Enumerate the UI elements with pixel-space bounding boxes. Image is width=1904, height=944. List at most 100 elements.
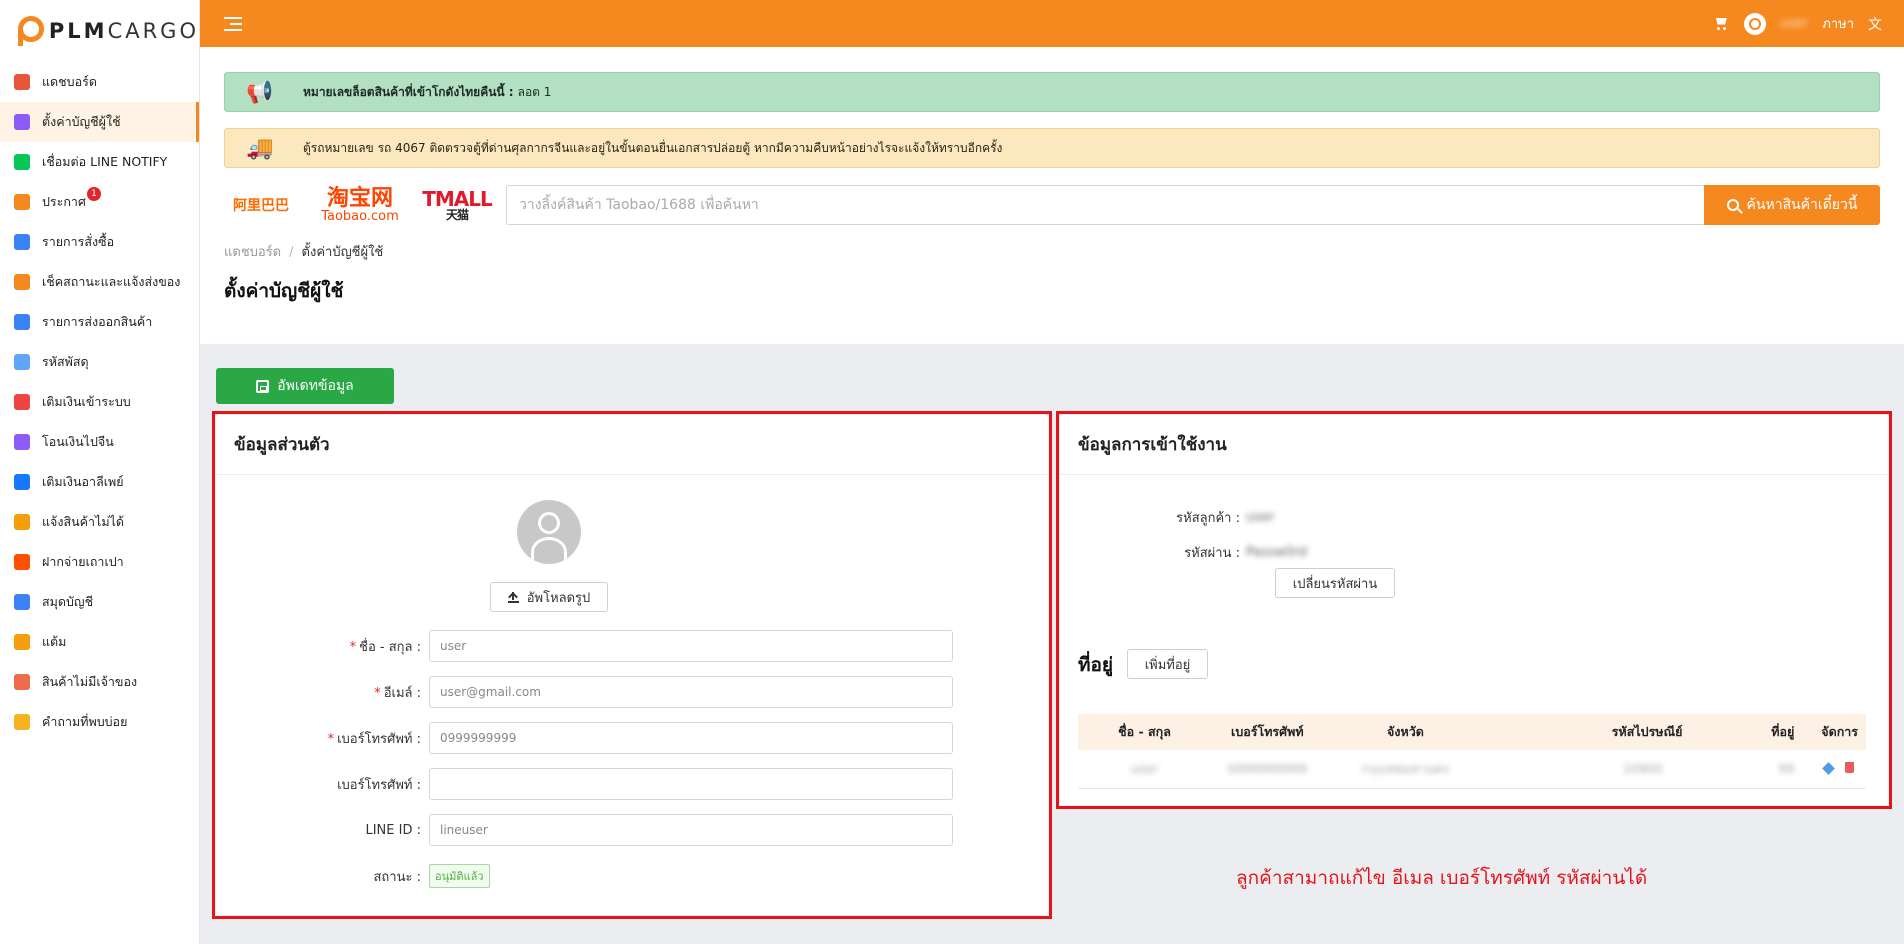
sidebar-item-label: คำถามที่พบบ่อย: [42, 714, 128, 729]
top-panel: 📢 หมายเลขล็อตสินค้าที่เข้าโกดังไทยคืนนี้…: [200, 47, 1904, 344]
truck-icon: 🚚: [246, 135, 274, 161]
sidebar-item-label: เติมเงินอาลีเพย์: [42, 474, 124, 489]
save-icon: [256, 379, 270, 393]
update-button[interactable]: อัพเดทข้อมูล: [216, 368, 394, 404]
sidebar-item-label: ประกาศ: [42, 194, 86, 209]
translate-icon[interactable]: 文: [1868, 14, 1882, 34]
coin-bag-icon: [14, 634, 30, 650]
sidebar-item-12[interactable]: ฝากจ่ายเถาเปา: [0, 542, 199, 582]
sidebar-item-9[interactable]: โอนเงินไปจีน: [0, 422, 199, 462]
login-info-title: ข้อมูลการเข้าใช้งาน: [1060, 415, 1888, 475]
upload-icon: [507, 591, 519, 603]
line-id-field[interactable]: [429, 814, 953, 846]
sidebar-item-3[interactable]: ประกาศ 1: [0, 182, 199, 222]
top-bar: user ภาษา 文: [200, 0, 1904, 47]
sidebar-item-10[interactable]: เติมเงินอาลีเพย์: [0, 462, 199, 502]
sidebar-item-label: สินค้าไม่มีเจ้าของ: [42, 674, 138, 689]
phone-field[interactable]: [429, 722, 953, 754]
sidebar-item-8[interactable]: เติมเงินเข้าระบบ: [0, 382, 199, 422]
sidebar-item-label: รายการส่งออกสินค้า: [42, 314, 153, 329]
language-button[interactable]: ภาษา: [1822, 13, 1854, 34]
sidebar-item-label: เช็คสถานะและแจ้งส่งของ: [42, 274, 181, 289]
megaphone-icon: 📢: [246, 79, 274, 105]
phone2-row: เบอร์โทรศัพท์ :: [216, 768, 1048, 800]
question-icon: [14, 714, 30, 730]
box-icon: [14, 354, 30, 370]
brand-taobao-logo[interactable]: 淘宝网 Taobao.com: [312, 185, 408, 225]
name-field[interactable]: [429, 630, 953, 662]
sidebar-item-0[interactable]: แดชบอร์ด: [0, 62, 199, 102]
user-avatar-icon[interactable]: [1743, 12, 1766, 35]
sidebar-item-6[interactable]: รายการส่งออกสินค้า: [0, 302, 199, 342]
add-address-button[interactable]: เพิ่มที่อยู่: [1127, 649, 1208, 679]
status-badge: อนุมัติแล้ว: [429, 864, 490, 888]
main-content: 📢 หมายเลขล็อตสินค้าที่เข้าโกดังไทยคืนนี้…: [200, 47, 1904, 944]
line-icon: [14, 154, 30, 170]
taobao-icon: [14, 554, 30, 570]
piggy-icon: [14, 394, 30, 410]
brand-1688-logo[interactable]: 阿里巴巴: [224, 185, 298, 225]
logo[interactable]: PLMCARGO: [0, 0, 199, 62]
sidebar-item-label: เชื่อมต่อ LINE NOTIFY: [42, 154, 168, 169]
megaphone-icon: [14, 194, 30, 210]
sidebar-item-13[interactable]: สมุดบัญชี: [0, 582, 199, 622]
cart-icon[interactable]: [1714, 17, 1730, 31]
logo-text: PLMCARGO: [48, 19, 199, 43]
sidebar-item-7[interactable]: รหัสพัสดุ: [0, 342, 199, 382]
alipay-icon: [14, 474, 30, 490]
customer-code-row: รหัสลูกค้า : user: [1176, 510, 1275, 526]
lot-value: ลอต 1: [517, 84, 552, 99]
col-postcode: รหัสไปรษณีย์: [1487, 714, 1713, 750]
profile-avatar-icon: [517, 500, 581, 564]
product-search-input[interactable]: [506, 185, 1704, 225]
upload-photo-button[interactable]: อัพโหลดรูป: [490, 582, 608, 612]
delete-icon[interactable]: [1845, 762, 1854, 774]
user-settings-icon: [14, 114, 30, 130]
product-search-button[interactable]: ค้นหาสินค้าเดี๋ยวนี้: [1704, 185, 1880, 225]
sidebar-item-15[interactable]: สินค้าไม่มีเจ้าของ: [0, 662, 199, 702]
logo-icon: [18, 16, 44, 46]
sidebar-item-label: โอนเงินไปจีน: [42, 434, 114, 449]
lot-label: หมายเลขล็อตสินค้าที่เข้าโกดังไทยคืนนี้ :: [303, 84, 514, 99]
col-name: ชื่อ - สกุล: [1078, 714, 1212, 750]
menu-toggle-icon[interactable]: [224, 16, 242, 31]
phone2-field[interactable]: [429, 768, 953, 800]
password-row: รหัสผ่าน : Passw0rd: [1184, 545, 1308, 561]
sidebar-item-label: รหัสพัสดุ: [42, 354, 89, 369]
brand-tmall-logo[interactable]: TMALL 天猫: [422, 185, 493, 225]
personal-info-card: ข้อมูลส่วนตัว อัพโหลดรูป * ชื่อ - สกุล : …: [216, 415, 1048, 915]
email-row: * อีเมล์ :: [216, 676, 1048, 708]
customer-code-value: user: [1246, 510, 1275, 525]
sidebar-item-11[interactable]: แจ้งสินค้าไม่ได้: [0, 502, 199, 542]
status-row: สถานะ : อนุมัติแล้ว: [216, 860, 1048, 892]
sidebar-item-label: แต้ม: [42, 634, 67, 649]
sidebar-item-4[interactable]: รายการสั่งซื้อ: [0, 222, 199, 262]
username[interactable]: user: [1780, 16, 1808, 31]
notification-badge: 1: [87, 187, 101, 201]
breadcrumb-home[interactable]: แดชบอร์ด: [224, 245, 281, 260]
sidebar-item-16[interactable]: คำถามที่พบบ่อย: [0, 702, 199, 742]
sidebar-item-5[interactable]: เช็คสถานะและแจ้งส่งของ: [0, 262, 199, 302]
sidebar-item-label: แจ้งสินค้าไม่ได้: [42, 514, 124, 529]
search-row: 阿里巴巴 淘宝网Taobao.com TMALL天猫 ค้นหาสินค้าเด…: [224, 181, 1880, 229]
yuan-icon: [14, 434, 30, 450]
table-row: user 0999999999 กรุงเทพมหานคร 10900 99: [1078, 750, 1866, 789]
sidebar-item-1[interactable]: ตั้งค่าบัญชีผู้ใช้: [0, 102, 199, 142]
page-title: ตั้งค่าบัญชีผู้ใช้: [224, 280, 344, 302]
col-province: จังหวัด: [1323, 714, 1488, 750]
truck-icon: [14, 274, 30, 290]
email-field[interactable]: [429, 676, 953, 708]
login-info-card: ข้อมูลการเข้าใช้งาน รหัสลูกค้า : user รห…: [1060, 415, 1888, 805]
col-phone: เบอร์โทรศัพท์: [1211, 714, 1324, 750]
sidebar-nav: แดชบอร์ด ตั้งค่าบัญชีผู้ใช้เชื่อมต่อ LINE…: [0, 62, 199, 742]
change-password-button[interactable]: เปลี่ยนรหัสผ่าน: [1275, 568, 1395, 598]
sidebar-item-14[interactable]: แต้ม: [0, 622, 199, 662]
cart-box-icon: [14, 234, 30, 250]
line-id-row: LINE ID :: [216, 814, 1048, 846]
edit-icon[interactable]: [1822, 762, 1835, 776]
address-table: ชื่อ - สกุล เบอร์โทรศัพท์ จังหวัด รหัสไป…: [1078, 714, 1866, 789]
search-box-icon: [14, 674, 30, 690]
sidebar-item-2[interactable]: เชื่อมต่อ LINE NOTIFY: [0, 142, 199, 182]
phone-row: * เบอร์โทรศัพท์ :: [216, 722, 1048, 754]
sidebar-item-label: ฝากจ่ายเถาเปา: [42, 554, 124, 569]
